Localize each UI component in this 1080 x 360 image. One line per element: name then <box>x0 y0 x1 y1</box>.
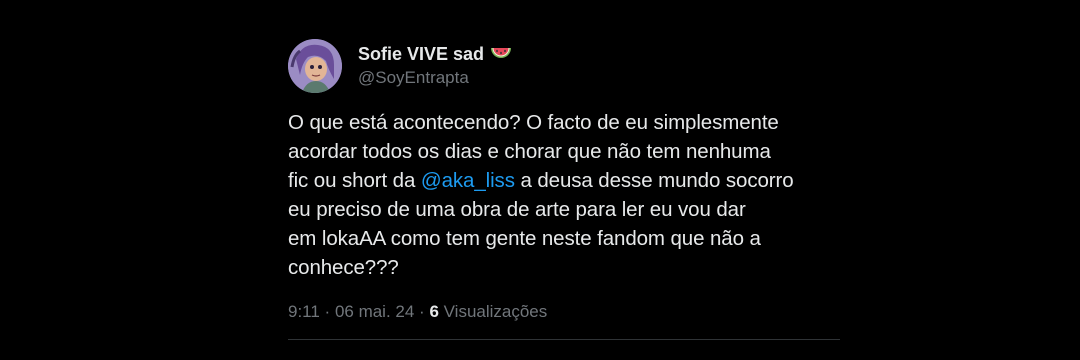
tweet-text-line: conhece??? <box>288 256 399 279</box>
tweet-author: Sofie VIVE sad @SoyEntrapta <box>358 43 512 89</box>
tweet-meta: 9:11 · 06 mai. 24 · 6 Visualizações <box>288 301 840 323</box>
tweet-text: O que está acontecendo? O facto de eu si… <box>288 108 840 282</box>
tweet-text-line: fic ou short da @aka_liss a deusa desse … <box>288 166 840 195</box>
tweet-text-segment: fic ou short da <box>288 169 421 192</box>
tweet: Sofie VIVE sad @SoyEntrapta O que está a… <box>288 38 840 340</box>
avatar-image <box>288 39 342 93</box>
tweet-text-line: em lokaAA como tem gente neste fandom qu… <box>288 227 761 250</box>
views-label: Visualizações <box>438 302 548 321</box>
tweet-text-line: acordar todos os dias e chorar que não t… <box>288 140 771 163</box>
tweet-text-segment: a deusa desse mundo socorro <box>514 169 794 192</box>
display-name-row: Sofie VIVE sad <box>358 43 512 65</box>
mention-link[interactable]: @aka_liss <box>421 169 515 192</box>
display-name[interactable]: Sofie VIVE sad <box>358 43 484 65</box>
tweet-text-line: eu preciso de uma obra de arte para ler … <box>288 198 746 221</box>
tweet-time[interactable]: 9:11 <box>288 302 320 321</box>
meta-separator: · <box>319 302 335 321</box>
user-handle[interactable]: @SoyEntrapta <box>358 67 512 89</box>
avatar[interactable] <box>288 39 342 93</box>
divider <box>288 339 840 340</box>
tweet-header: Sofie VIVE sad @SoyEntrapta <box>288 38 840 94</box>
watermelon-icon <box>490 46 512 62</box>
meta-separator: · <box>414 302 430 321</box>
tweet-text-line: O que está acontecendo? O facto de eu si… <box>288 111 779 134</box>
tweet-date[interactable]: 06 mai. 24 <box>335 302 414 321</box>
views-count: 6 <box>429 302 439 321</box>
